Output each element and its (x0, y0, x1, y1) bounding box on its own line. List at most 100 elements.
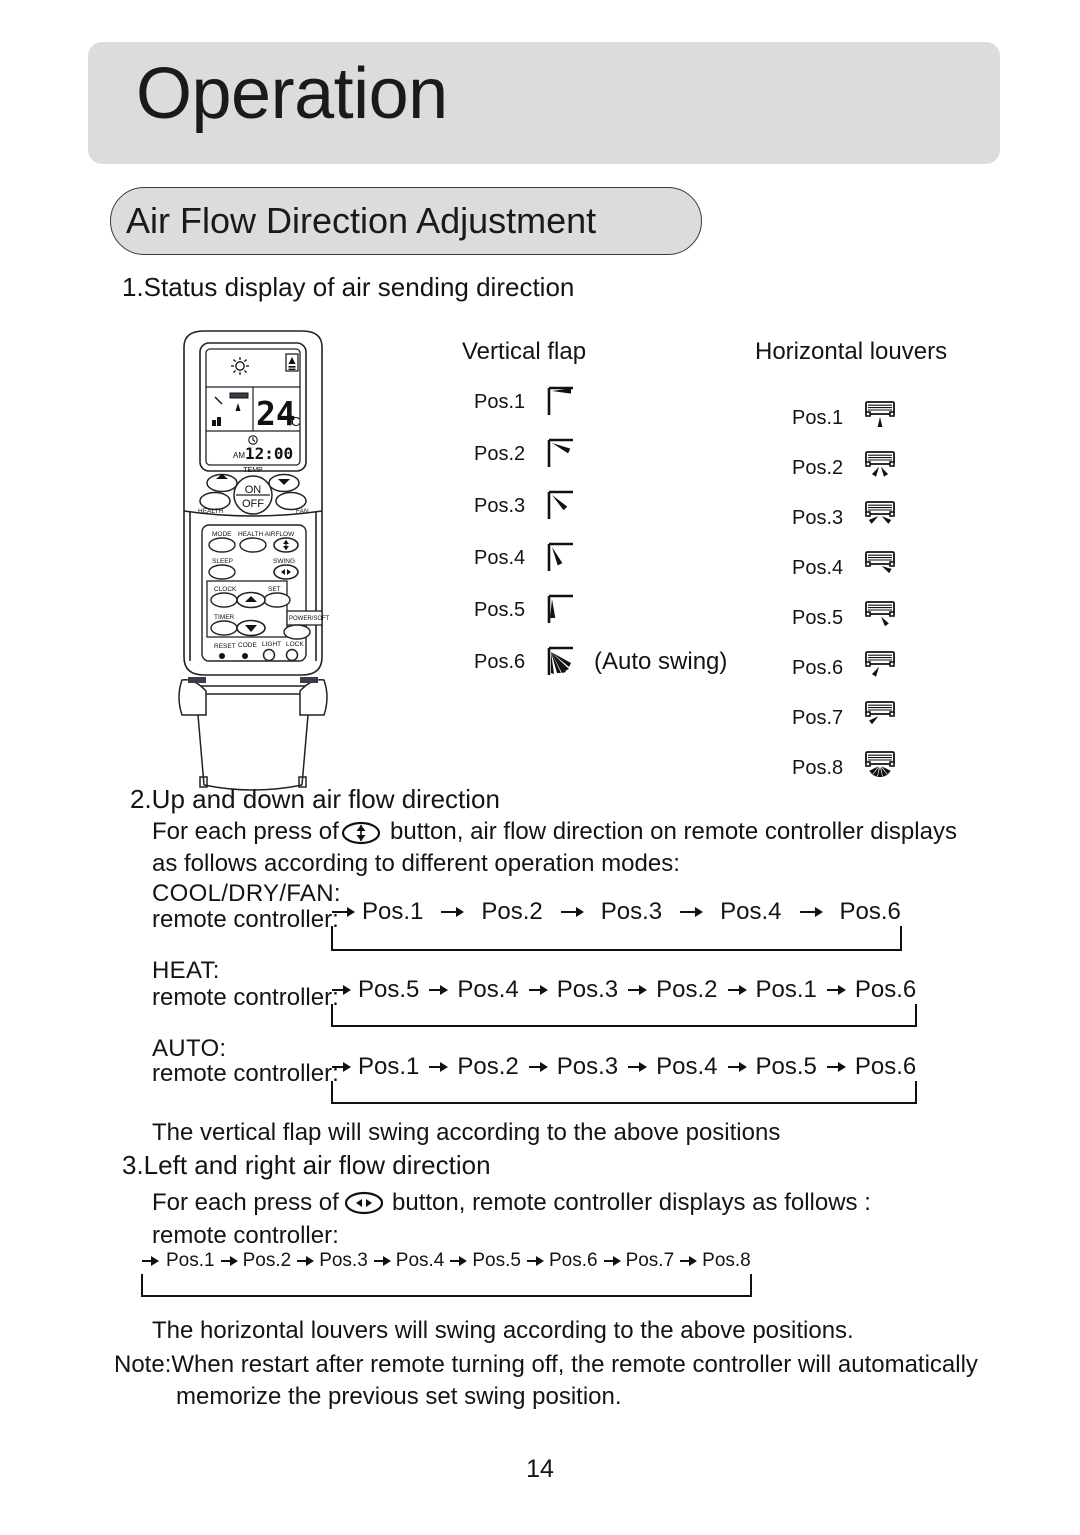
on-label: ON (245, 484, 262, 496)
vertical-flap-position-row: Pos.5 (474, 590, 584, 630)
flow-arrow-icon (826, 985, 846, 995)
subsection-2-heading: 2.Up and down air flow direction (130, 784, 500, 814)
fan-button[interactable] (275, 491, 307, 511)
flow-arrow (427, 1059, 449, 1075)
flow-arrow-icon (727, 985, 747, 995)
flow-step-label: Pos.1 (755, 976, 817, 1003)
flow-arrow-icon (628, 1062, 648, 1072)
flow-arrow-icon (450, 1256, 468, 1266)
heat-mode-label: HEAT: (152, 957, 220, 984)
s3-line2: remote controller: (152, 1222, 339, 1249)
off-label: OFF (242, 498, 264, 510)
flow-arrow-icon (528, 1062, 548, 1072)
flow-step-label: Pos.2 (242, 1250, 292, 1271)
remote-controller-svg: 24 C AM 12:00 ON OFF TEMP HEALTH FAN MOD… (178, 330, 330, 791)
s3-line1-suffix: button, remote controller displays as fo… (392, 1189, 871, 1216)
horizontal-louver-position-row: Pos.3 (792, 498, 902, 538)
swing-label: SWING (273, 558, 295, 565)
flow-arrow (527, 1059, 549, 1075)
vertical-flap-icon (540, 642, 584, 682)
set-button[interactable] (263, 592, 291, 608)
flow-arrow-icon (373, 1256, 391, 1266)
vertical-flap-position-label: Pos.6 (474, 650, 526, 673)
flow-loopback-path (330, 1002, 920, 1030)
flow-arrow (427, 982, 449, 998)
swing-leftright-button[interactable] (273, 564, 299, 580)
vertical-flap-position-label: Pos.1 (474, 390, 526, 413)
code-label: CODE (238, 642, 257, 649)
vertical-flap-column-title: Vertical flap (462, 338, 587, 365)
horizontal-louver-position-label: Pos.8 (792, 756, 844, 779)
vertical-flap-icon (540, 486, 584, 526)
light-button[interactable] (262, 648, 276, 662)
flow-step-label: Pos.5 (755, 1053, 817, 1080)
horizontal-louver-icon (858, 398, 902, 438)
lcd-clock-icon (248, 435, 258, 445)
flow-step-label: Pos.8 (702, 1250, 751, 1271)
vertical-flap-position-label: Pos.5 (474, 598, 526, 621)
lcd-temperature: 24 (256, 394, 296, 433)
clock-button[interactable] (210, 592, 238, 608)
flow-arrow (678, 904, 704, 920)
auto-mode-label: AUTO: (152, 1035, 227, 1062)
flow-step-label: Pos.4 (457, 976, 519, 1003)
flow-arrow-icon (680, 907, 704, 917)
flow-step-label: Pos.1 (358, 1053, 420, 1080)
section-title: Air Flow Direction Adjustment (126, 200, 597, 241)
horizontal-louver-position-row: Pos.5 (792, 598, 902, 638)
health-button[interactable] (199, 491, 231, 511)
sleep-button[interactable] (208, 564, 236, 580)
flow-step-label: Pos.6 (548, 1250, 598, 1271)
flow-entry-arrow (330, 1059, 352, 1075)
horizontal-louver-position-row: Pos.6 (792, 648, 902, 688)
flow-step-label: Pos.4 (720, 898, 782, 925)
horizontal-louver-icon (858, 448, 902, 488)
vertical-flap-position-row: Pos.1 (474, 382, 584, 422)
flow-arrow (439, 904, 465, 920)
flow-step-label: Pos.6 (854, 1053, 917, 1080)
s3-footer: The horizontal louvers will swing accord… (152, 1317, 854, 1344)
vertical-flap-position-row: Pos.3 (474, 486, 584, 526)
flow-arrow-icon (297, 1256, 315, 1266)
flow-step-label: Pos.3 (319, 1250, 368, 1271)
flow-arrow (559, 904, 585, 920)
reset-button[interactable] (219, 653, 225, 659)
light-label: LIGHT (262, 641, 281, 648)
flow-arrow-icon (429, 985, 449, 995)
vertical-flap-position-label: Pos.3 (474, 494, 526, 517)
note-line2: memorize the previous set swing position… (176, 1383, 622, 1410)
timer-button[interactable] (210, 620, 238, 636)
powersoft-button[interactable] (283, 624, 311, 640)
flow-arrow (295, 1253, 315, 1269)
lcd-meridiem: AM (233, 451, 245, 460)
auto-prefix: remote controller: (152, 1060, 339, 1087)
fan-label: FAN (296, 508, 309, 515)
flow-arrow-icon (603, 1256, 621, 1266)
flow-arrow-icon (526, 1256, 544, 1266)
flow-step-label: Pos.6 (839, 898, 901, 925)
lock-button[interactable] (285, 648, 299, 662)
flow-loopback-path (330, 1079, 920, 1107)
flow-arrow (602, 1253, 622, 1269)
flow-sequence-row: Pos.5 Pos.4 Pos.3 Pos.2 Pos.1 Pos.6 (330, 976, 916, 1004)
lock-label: LOCK (286, 641, 304, 648)
flow-step-label: Pos.4 (656, 1053, 718, 1080)
horizontal-louver-position-label: Pos.7 (792, 706, 844, 729)
auto-sequence: Pos.1 Pos.2 Pos.3 Pos.4 Pos.5 Pos.6 (330, 1053, 917, 1104)
flow-loopback-path (140, 1272, 755, 1300)
code-button[interactable] (242, 653, 248, 659)
flow-arrow (626, 982, 648, 998)
flow-sequence-row: Pos.1 Pos.2 Pos.3 Pos.4 Pos.5 Pos.6 Pos.… (140, 1250, 751, 1272)
flow-arrow (219, 1253, 239, 1269)
flow-arrow-icon (332, 907, 355, 917)
health-airflow-button[interactable] (239, 537, 267, 553)
flow-step-label: Pos.1 (166, 1250, 215, 1271)
clock-label: CLOCK (214, 586, 237, 593)
flow-step-label: Pos.2 (481, 898, 543, 925)
health-airflow-label: HEALTH AIRFLOW (238, 531, 295, 538)
remote-holder (178, 677, 328, 791)
mode-button[interactable] (208, 537, 236, 553)
flow-step-label: Pos.4 (395, 1250, 445, 1271)
flow-arrow-icon (528, 985, 548, 995)
subsection-3-heading: 3.Left and right air flow direction (122, 1150, 491, 1180)
